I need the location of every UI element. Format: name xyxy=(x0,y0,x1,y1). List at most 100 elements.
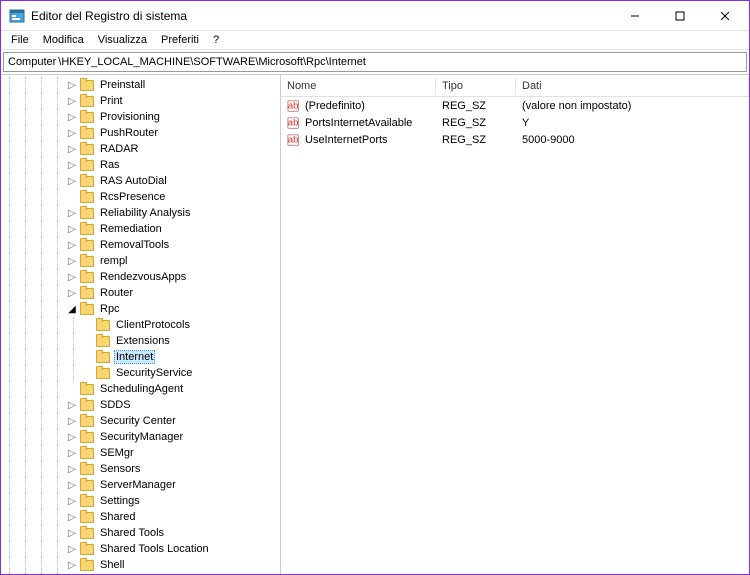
tree-label: RemovalTools xyxy=(98,239,171,251)
value-row[interactable]: ab(Predefinito)REG_SZ(valore non imposta… xyxy=(281,97,749,114)
close-button[interactable] xyxy=(702,1,747,31)
expand-icon[interactable]: ▷ xyxy=(65,158,79,172)
expand-icon[interactable]: ▷ xyxy=(65,94,79,108)
tree-item-schedulingagent[interactable]: SchedulingAgent xyxy=(1,381,280,397)
expand-icon[interactable]: ▷ xyxy=(65,446,79,460)
value-data: (valore non impostato) xyxy=(516,100,749,112)
svg-text:ab: ab xyxy=(288,117,299,128)
value-row[interactable]: abPortsInternetAvailableREG_SZY xyxy=(281,114,749,131)
collapse-icon[interactable]: ◢ xyxy=(65,302,79,316)
maximize-button[interactable] xyxy=(657,1,702,31)
tree-label: Internet xyxy=(114,350,155,364)
col-name[interactable]: Nome xyxy=(281,77,436,95)
tree-item-clientprotocols[interactable]: ClientProtocols xyxy=(1,317,280,333)
expand-icon[interactable]: ▷ xyxy=(65,462,79,476)
tree-item-ras[interactable]: ▷ Ras xyxy=(1,157,280,173)
value-data: 5000-9000 xyxy=(516,134,749,146)
expand-icon[interactable]: ▷ xyxy=(65,558,79,572)
expand-icon[interactable]: ▷ xyxy=(65,510,79,524)
tree-item-router[interactable]: ▷ Router xyxy=(1,285,280,301)
value-row[interactable]: abUseInternetPortsREG_SZ5000-9000 xyxy=(281,131,749,148)
expand-icon[interactable]: ▷ xyxy=(65,414,79,428)
folder-icon xyxy=(79,542,95,556)
tree-item-sdds[interactable]: ▷SDDS xyxy=(1,397,280,413)
folder-icon xyxy=(79,526,95,540)
tree-item-internet[interactable]: Internet xyxy=(1,349,280,365)
expand-icon[interactable]: ▷ xyxy=(65,126,79,140)
expand-icon[interactable]: ▷ xyxy=(65,110,79,124)
expand-icon[interactable]: ▷ xyxy=(65,238,79,252)
address-bar[interactable]: Computer\HKEY_LOCAL_MACHINE\SOFTWARE\Mic… xyxy=(3,52,747,72)
expand-icon[interactable]: ▷ xyxy=(65,222,79,236)
expand-icon[interactable]: ▷ xyxy=(65,174,79,188)
tree-item-rpc[interactable]: ◢Rpc xyxy=(1,301,280,317)
minimize-button[interactable] xyxy=(612,1,657,31)
expand-icon[interactable]: ▷ xyxy=(65,254,79,268)
folder-icon xyxy=(79,478,95,492)
tree-label: Ras xyxy=(98,159,122,171)
tree-item-preinstall[interactable]: ▷Preinstall xyxy=(1,77,280,93)
tree-item-reliability-analysis[interactable]: ▷Reliability Analysis xyxy=(1,205,280,221)
tree-pane[interactable]: ▷Preinstall▷Print▷Provisioning▷PushRoute… xyxy=(1,75,281,574)
menu-view[interactable]: Visualizza xyxy=(92,32,153,48)
folder-icon xyxy=(79,398,95,412)
tree-item-print[interactable]: ▷Print xyxy=(1,93,280,109)
tree-item-rcspresence[interactable]: RcsPresence xyxy=(1,189,280,205)
tree-item-rempl[interactable]: ▷rempl xyxy=(1,253,280,269)
tree-item-provisioning[interactable]: ▷ Provisioning xyxy=(1,109,280,125)
expand-icon[interactable]: ▷ xyxy=(65,430,79,444)
tree-item-removaltools[interactable]: ▷ RemovalTools xyxy=(1,237,280,253)
folder-icon xyxy=(79,430,95,444)
tree-item-servermanager[interactable]: ▷ ServerManager xyxy=(1,477,280,493)
folder-icon xyxy=(79,142,95,156)
expand-icon[interactable]: ▷ xyxy=(65,494,79,508)
tree-label: Provisioning xyxy=(98,111,162,123)
expand-icon[interactable]: ▷ xyxy=(65,526,79,540)
expand-icon[interactable]: ▷ xyxy=(65,206,79,220)
tree-item-security-center[interactable]: ▷Security Center xyxy=(1,413,280,429)
folder-icon xyxy=(79,462,95,476)
menu-help[interactable]: ? xyxy=(207,32,225,48)
expand-icon[interactable]: ▷ xyxy=(65,478,79,492)
tree-item-ras-autodial[interactable]: ▷RAS AutoDial xyxy=(1,173,280,189)
folder-icon xyxy=(79,222,95,236)
value-type: REG_SZ xyxy=(436,117,516,129)
tree-label: ClientProtocols xyxy=(114,319,192,331)
menu-edit[interactable]: Modifica xyxy=(37,32,90,48)
menu-file[interactable]: File xyxy=(5,32,35,48)
expand-icon[interactable]: ▷ xyxy=(65,142,79,156)
values-pane[interactable]: Nome Tipo Dati ab(Predefinito)REG_SZ(val… xyxy=(281,75,749,574)
folder-icon xyxy=(79,510,95,524)
tree-label: SecurityService xyxy=(114,367,194,379)
tree-item-semgr[interactable]: ▷SEMgr xyxy=(1,445,280,461)
tree-item-shared-tools[interactable]: ▷Shared Tools xyxy=(1,525,280,541)
tree-item-securityservice[interactable]: SecurityService xyxy=(1,365,280,381)
tree-item-sensors[interactable]: ▷Sensors xyxy=(1,461,280,477)
tree-item-pushrouter[interactable]: ▷PushRouter xyxy=(1,125,280,141)
folder-icon xyxy=(79,302,95,316)
expand-icon[interactable]: ▷ xyxy=(65,398,79,412)
expand-icon[interactable]: ▷ xyxy=(65,78,79,92)
tree-item-sideshow[interactable]: ▷SideShow xyxy=(1,573,280,574)
tree-item-shared-tools-location[interactable]: ▷Shared Tools Location xyxy=(1,541,280,557)
tree-item-remediation[interactable]: ▷Remediation xyxy=(1,221,280,237)
tree-item-settings[interactable]: ▷Settings xyxy=(1,493,280,509)
col-data[interactable]: Dati xyxy=(516,77,749,95)
folder-icon xyxy=(79,174,95,188)
menu-favorites[interactable]: Preferiti xyxy=(155,32,205,48)
tree-label: Router xyxy=(98,287,135,299)
tree-item-shared[interactable]: ▷Shared xyxy=(1,509,280,525)
tree-item-radar[interactable]: ▷RADAR xyxy=(1,141,280,157)
expand-icon[interactable]: ▷ xyxy=(65,270,79,284)
tree-item-extensions[interactable]: Extensions xyxy=(1,333,280,349)
tree-item-securitymanager[interactable]: ▷SecurityManager xyxy=(1,429,280,445)
address-label: Computer xyxy=(8,56,56,68)
tree-label: ServerManager xyxy=(98,479,178,491)
expand-icon[interactable]: ▷ xyxy=(65,286,79,300)
expand-icon[interactable]: ▷ xyxy=(65,542,79,556)
tree-item-rendezvousapps[interactable]: ▷RendezvousApps xyxy=(1,269,280,285)
folder-icon xyxy=(79,494,95,508)
tree-item-shell[interactable]: ▷Shell xyxy=(1,557,280,573)
tree-label: Extensions xyxy=(114,335,172,347)
col-type[interactable]: Tipo xyxy=(436,77,516,95)
